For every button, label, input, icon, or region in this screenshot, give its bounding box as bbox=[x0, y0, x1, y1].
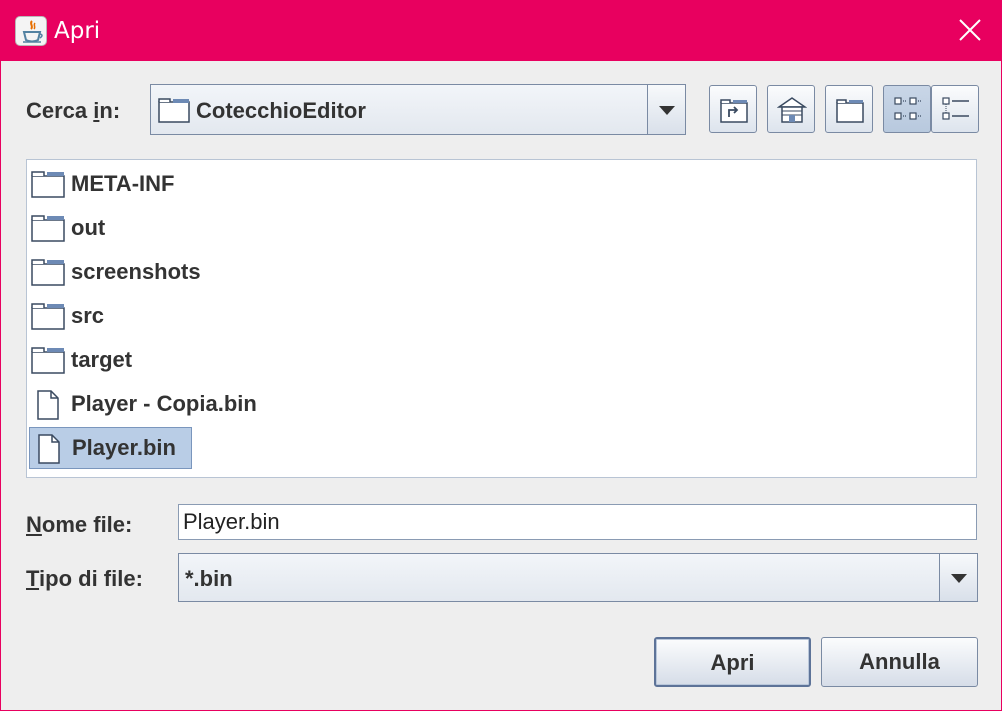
new-folder-icon bbox=[836, 99, 864, 123]
window-title: Apri bbox=[54, 18, 101, 44]
list-item-folder[interactable]: src bbox=[29, 296, 149, 336]
file-chooser-dialog: Apri Cerca in: CotecchioEditor META-INF … bbox=[0, 0, 1002, 711]
file-type-dropdown-button[interactable] bbox=[939, 554, 977, 601]
list-view-button[interactable] bbox=[883, 85, 931, 133]
file-name: target bbox=[71, 347, 133, 372]
file-name: out bbox=[71, 215, 106, 240]
file-name-label: Nome file: bbox=[26, 512, 133, 537]
folder-icon bbox=[158, 98, 190, 123]
chevron-down-icon bbox=[659, 105, 675, 115]
details-view-icon bbox=[942, 97, 969, 120]
file-name: src bbox=[71, 303, 105, 328]
file-type-value: *.bin bbox=[185, 566, 233, 591]
list-item-file-selected[interactable]: Player.bin bbox=[29, 427, 192, 469]
list-view-icon bbox=[894, 97, 921, 120]
chevron-down-icon bbox=[951, 573, 967, 583]
list-item-file[interactable]: Player - Copia.bin bbox=[29, 384, 289, 424]
close-icon bbox=[959, 19, 981, 41]
home-icon bbox=[777, 97, 807, 123]
look-in-dropdown-button[interactable] bbox=[647, 85, 685, 134]
folder-icon bbox=[31, 303, 65, 330]
title-bar[interactable]: Apri bbox=[1, 1, 1001, 61]
file-name: META-INF bbox=[71, 171, 175, 196]
open-button[interactable]: Apri bbox=[654, 637, 811, 687]
file-name: Player - Copia.bin bbox=[71, 391, 257, 416]
list-item-folder[interactable]: target bbox=[29, 340, 169, 380]
up-one-level-button[interactable] bbox=[709, 85, 757, 133]
details-view-button[interactable] bbox=[931, 85, 979, 133]
file-name: screenshots bbox=[71, 259, 201, 284]
folder-icon bbox=[31, 347, 65, 374]
list-item-folder[interactable]: META-INF bbox=[29, 164, 209, 204]
folder-icon bbox=[31, 171, 65, 198]
folder-up-icon bbox=[720, 99, 748, 123]
file-list[interactable]: META-INF out screenshots src target Play… bbox=[26, 159, 977, 478]
folder-icon bbox=[31, 215, 65, 242]
file-name-field[interactable] bbox=[178, 504, 977, 540]
folder-icon bbox=[31, 259, 65, 286]
file-name: Player.bin bbox=[72, 435, 176, 460]
close-button[interactable] bbox=[941, 1, 1001, 61]
home-button[interactable] bbox=[767, 85, 815, 133]
file-type-label: Tipo di file: bbox=[26, 566, 143, 591]
new-folder-button[interactable] bbox=[825, 85, 873, 133]
file-icon bbox=[37, 390, 59, 420]
list-item-folder[interactable]: screenshots bbox=[29, 252, 229, 292]
list-item-folder[interactable]: out bbox=[29, 208, 149, 248]
look-in-combo[interactable]: CotecchioEditor bbox=[150, 84, 686, 135]
file-name-input[interactable] bbox=[183, 508, 963, 536]
file-icon bbox=[38, 434, 60, 464]
look-in-label: Cerca in: bbox=[26, 98, 121, 123]
cancel-button[interactable]: Annulla bbox=[821, 637, 978, 687]
look-in-value: CotecchioEditor bbox=[196, 98, 366, 123]
java-coffee-icon bbox=[15, 16, 47, 46]
file-type-combo[interactable]: *.bin bbox=[178, 553, 978, 602]
